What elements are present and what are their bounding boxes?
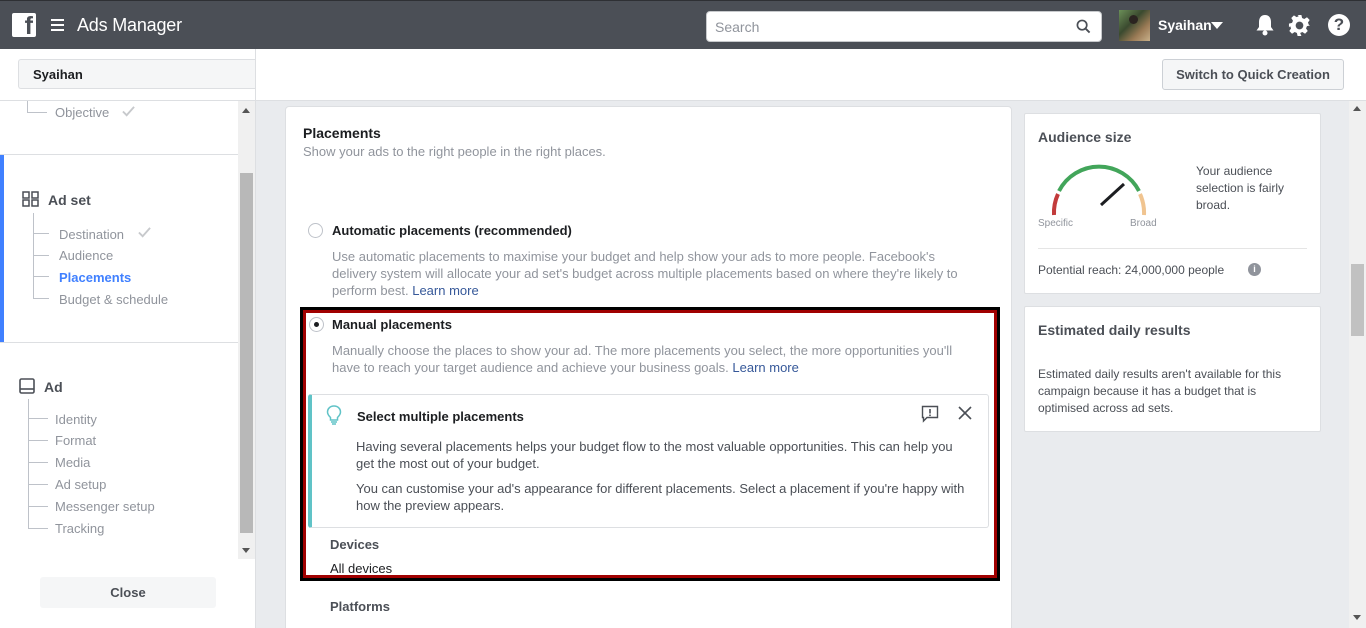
manual-placements-radio[interactable] <box>309 317 324 332</box>
devices-value[interactable]: All devices <box>330 561 392 576</box>
page-scrollbar[interactable] <box>1349 101 1366 628</box>
divider <box>0 154 238 155</box>
platforms-label: Platforms <box>330 599 390 614</box>
divider <box>255 49 256 101</box>
audience-description: Your audience selection is fairly broad. <box>1196 164 1285 212</box>
manual-placements-title[interactable]: Manual placements <box>332 317 452 332</box>
check-icon <box>138 227 151 238</box>
tree-line <box>28 484 48 485</box>
potential-reach: Potential reach: 24,000,000 people <box>1038 263 1225 277</box>
sub-header: Syaihan Switch to Quick Creation <box>0 49 1366 101</box>
sidebar: Objective Ad set Destination Audience Pl… <box>0 101 256 628</box>
close-button[interactable]: Close <box>40 577 216 608</box>
audience-size-title: Audience size <box>1038 129 1132 145</box>
tree-line <box>33 255 49 256</box>
user-name[interactable]: Syaihan <box>1158 17 1212 33</box>
top-navigation-bar: f Ads Manager Syaihan ? <box>0 0 1366 49</box>
help-icon[interactable]: ? <box>1328 14 1350 36</box>
learn-more-link[interactable]: Learn more <box>412 283 478 298</box>
active-section-indicator <box>0 155 4 343</box>
divider <box>1038 248 1307 249</box>
manual-placements-description: Manually choose the places to show your … <box>332 343 953 375</box>
sidebar-item-placements[interactable]: Placements <box>59 270 131 285</box>
scroll-up-arrow-icon[interactable] <box>242 108 250 113</box>
automatic-placements-title[interactable]: Automatic placements (recommended) <box>332 223 572 238</box>
tree-line <box>27 101 28 112</box>
sidebar-item-tracking[interactable]: Tracking <box>55 521 104 536</box>
scroll-up-arrow-icon[interactable] <box>1353 106 1361 111</box>
audience-gauge-icon <box>1051 164 1147 216</box>
tree-line <box>28 506 48 507</box>
tip-text-customise: You can customise your ad's appearance f… <box>356 481 965 513</box>
tree-line <box>28 418 48 419</box>
gear-icon[interactable] <box>1288 14 1311 37</box>
sidebar-item-messenger-setup[interactable]: Messenger setup <box>55 499 155 514</box>
close-icon[interactable] <box>958 406 972 420</box>
scroll-down-arrow-icon[interactable] <box>242 548 250 553</box>
sidebar-item-audience[interactable]: Audience <box>59 248 113 263</box>
tree-line <box>28 440 48 441</box>
sidebar-item-destination[interactable]: Destination <box>59 227 124 242</box>
estimated-daily-results-text: Estimated daily results aren't available… <box>1038 367 1282 415</box>
avatar[interactable] <box>1119 10 1150 41</box>
feedback-icon[interactable] <box>921 405 939 423</box>
chevron-down-icon[interactable] <box>1211 22 1223 29</box>
placements-title: Placements <box>303 125 381 141</box>
info-icon[interactable]: i <box>1248 263 1261 276</box>
ad-icon <box>19 378 35 394</box>
sidebar-scrollbar-thumb[interactable] <box>240 173 253 533</box>
search-input[interactable] <box>715 12 1065 41</box>
automatic-placements-radio[interactable] <box>308 223 323 238</box>
sidebar-item-ad-setup[interactable]: Ad setup <box>55 477 106 492</box>
lightbulb-icon <box>326 405 342 425</box>
estimated-daily-results-title: Estimated daily results <box>1038 322 1191 338</box>
tree-line <box>33 276 49 277</box>
sidebar-item-media[interactable]: Media <box>55 455 90 470</box>
learn-more-link[interactable]: Learn more <box>732 360 798 375</box>
tree-line <box>33 233 49 234</box>
account-name-button[interactable]: Syaihan <box>18 59 256 89</box>
gauge-label-specific: Specific <box>1038 218 1074 229</box>
placements-subtitle: Show your ads to the right people in the… <box>303 144 606 159</box>
tree-line <box>28 462 48 463</box>
page-scrollbar-thumb[interactable] <box>1351 264 1364 336</box>
sidebar-item-format[interactable]: Format <box>55 433 96 448</box>
check-icon <box>122 106 135 117</box>
devices-label: Devices <box>330 537 380 552</box>
search-icon[interactable] <box>1076 19 1091 34</box>
menu-icon[interactable] <box>51 19 64 31</box>
sidebar-item-identity[interactable]: Identity <box>55 412 97 427</box>
switch-to-quick-creation-button[interactable]: Switch to Quick Creation <box>1162 59 1344 90</box>
tree-line <box>33 298 49 299</box>
tip-title: Select multiple placements <box>357 409 524 424</box>
scroll-down-arrow-icon[interactable] <box>1353 615 1361 620</box>
bell-icon[interactable] <box>1255 14 1275 36</box>
sidebar-item-budget-schedule[interactable]: Budget & schedule <box>59 292 168 307</box>
search-box[interactable] <box>706 11 1102 42</box>
section-title-ad[interactable]: Ad <box>44 379 63 395</box>
divider <box>0 342 238 343</box>
ad-set-icon <box>22 191 39 207</box>
tree-line <box>27 112 47 113</box>
tree-line <box>28 528 48 529</box>
sidebar-item-objective[interactable]: Objective <box>55 105 109 120</box>
facebook-logo-icon[interactable]: f <box>12 13 36 37</box>
gauge-label-broad: Broad <box>1130 218 1157 229</box>
automatic-placements-description: Use automatic placements to maximise you… <box>332 249 958 298</box>
section-title-ad-set[interactable]: Ad set <box>48 192 91 208</box>
app-title: Ads Manager <box>77 15 182 35</box>
tip-text-budget: Having several placements helps your bud… <box>356 439 953 471</box>
